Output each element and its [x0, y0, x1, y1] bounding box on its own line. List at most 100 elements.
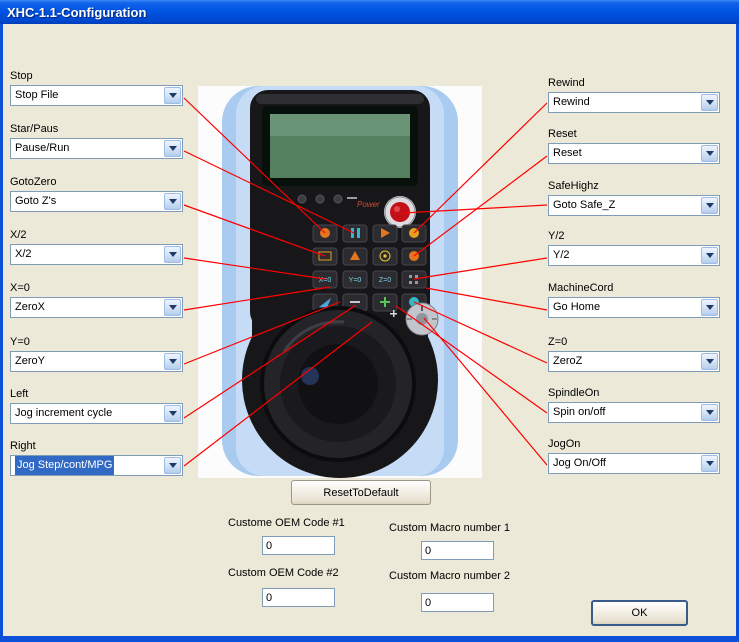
field-label-rewind: Rewind: [548, 77, 585, 89]
field-label-spindleon: SpindleOn: [548, 387, 600, 399]
combo-value: Goto Z's: [15, 195, 57, 207]
combo-gotozero[interactable]: Goto Z's: [10, 191, 183, 212]
field-label-left: Left: [10, 388, 29, 400]
oem-code-1-label: Custome OEM Code #1: [228, 517, 345, 529]
combo-z0[interactable]: ZeroZ: [548, 351, 720, 372]
stop-key-icon: [320, 228, 330, 238]
chevron-down-icon[interactable]: [164, 299, 181, 316]
combo-y2[interactable]: Y/2: [548, 245, 720, 266]
field-label-x0: X=0: [10, 282, 30, 294]
macro-number-1-label: Custom Macro number 1: [389, 522, 511, 534]
combo-rewind[interactable]: Rewind: [548, 92, 720, 113]
field-label-gotozero: GotoZero: [10, 176, 57, 188]
reset-to-default-button[interactable]: ResetToDefault: [291, 480, 431, 505]
x0-key-label: X=0: [319, 277, 332, 284]
field-machinecord: MachineCord Go Home: [548, 282, 720, 318]
chevron-down-icon[interactable]: [164, 140, 181, 157]
combo-value: ZeroY: [15, 355, 45, 367]
combo-x0[interactable]: ZeroX: [10, 297, 183, 318]
oem-code-1-input[interactable]: [262, 536, 335, 555]
field-y2: Y/2 Y/2: [548, 230, 720, 266]
chevron-down-icon[interactable]: [164, 246, 181, 263]
titlebar[interactable]: XHC-1.1-Configuration: [0, 0, 739, 24]
combo-value: X/2: [15, 248, 32, 260]
combo-value: Jog On/Off: [553, 457, 606, 469]
axis-dial: [405, 302, 439, 336]
field-label-jogon: JogOn: [548, 438, 581, 450]
field-jogon: JogOn Jog On/Off: [548, 438, 720, 474]
chevron-down-icon[interactable]: [164, 193, 181, 210]
chevron-down-icon[interactable]: [701, 145, 718, 162]
combo-reset[interactable]: Reset: [548, 143, 720, 164]
chevron-down-icon[interactable]: [164, 457, 181, 474]
window-title: XHC-1.1-Configuration: [7, 4, 147, 20]
chevron-down-icon[interactable]: [701, 197, 718, 214]
field-star-paus: Star/Paus Pause/Run: [10, 123, 183, 159]
combo-left[interactable]: Jog increment cycle: [10, 403, 183, 424]
combo-right[interactable]: Jog Step/cont/MPG: [10, 455, 183, 476]
minus-key-icon: [350, 301, 360, 303]
chevron-down-icon[interactable]: [701, 94, 718, 111]
field-label-reset: Reset: [548, 128, 577, 140]
field-label-machinecord: MachineCord: [548, 282, 614, 294]
configuration-window: XHC-1.1-Configuration Stop Stop File Sta…: [0, 0, 739, 642]
field-safehighz: SafeHighz Goto Safe_Z: [548, 180, 720, 216]
pendant-photo: Power X=0 Y=0 Z=0: [198, 86, 482, 478]
field-label-y2: Y/2: [548, 230, 565, 242]
combo-machinecord[interactable]: Go Home: [548, 297, 720, 318]
combo-value-selected: Jog Step/cont/MPG: [15, 456, 115, 475]
chevron-down-icon[interactable]: [701, 299, 718, 316]
z0-key-label: Z=0: [379, 277, 391, 284]
combo-value: Jog increment cycle: [15, 407, 113, 419]
field-label-stop: Stop: [10, 70, 33, 82]
chevron-down-icon[interactable]: [701, 404, 718, 421]
field-x0: X=0 ZeroX: [10, 282, 183, 318]
rewind-key-icon: [409, 228, 419, 238]
chevron-down-icon[interactable]: [164, 87, 181, 104]
combo-value: Goto Safe_Z: [553, 199, 616, 211]
combo-spindleon[interactable]: Spin on/off: [548, 402, 720, 423]
jog-wheel: [260, 306, 416, 462]
combo-value: Reset: [553, 147, 582, 159]
chevron-down-icon[interactable]: [701, 353, 718, 370]
home-key-icon: [409, 251, 419, 261]
lcd-screen: [262, 106, 418, 186]
combo-value: ZeroX: [15, 301, 45, 313]
combo-y0[interactable]: ZeroY: [10, 351, 183, 372]
chevron-down-icon[interactable]: [701, 247, 718, 264]
pendant-photo-svg: Power X=0 Y=0 Z=0: [198, 86, 482, 478]
combo-star-paus[interactable]: Pause/Run: [10, 138, 183, 159]
jog-wheel-dimple: [301, 367, 319, 385]
combo-x2[interactable]: X/2: [10, 244, 183, 265]
field-label-safehighz: SafeHighz: [548, 180, 599, 192]
chevron-down-icon[interactable]: [164, 405, 181, 422]
combo-value: Stop File: [15, 89, 59, 101]
chevron-down-icon[interactable]: [701, 455, 718, 472]
combo-value: Rewind: [553, 96, 590, 108]
oem-code-2-input[interactable]: [262, 588, 335, 607]
combo-stop[interactable]: Stop File: [10, 85, 183, 106]
emergency-stop-button: [384, 196, 416, 228]
macro-number-2-label: Custom Macro number 2: [389, 570, 511, 582]
ok-button[interactable]: OK: [591, 600, 688, 626]
combo-safehighz[interactable]: Goto Safe_Z: [548, 195, 720, 216]
field-label-y0: Y=0: [10, 336, 30, 348]
macro-number-2-input[interactable]: [421, 593, 494, 612]
field-reset: Reset Reset: [548, 128, 720, 164]
chevron-down-icon[interactable]: [164, 353, 181, 370]
field-gotozero: GotoZero Goto Z's: [10, 176, 183, 212]
y0-key-label: Y=0: [349, 277, 362, 284]
field-z0: Z=0 ZeroZ: [548, 336, 720, 372]
combo-value: Spin on/off: [553, 406, 606, 418]
combo-value: Go Home: [553, 301, 601, 313]
field-label-star-paus: Star/Paus: [10, 123, 59, 135]
oem-code-2-label: Custom OEM Code #2: [228, 567, 339, 579]
field-label-z0: Z=0: [548, 336, 568, 348]
field-left: Left Jog increment cycle: [10, 388, 183, 424]
macro-number-1-input[interactable]: [421, 541, 494, 560]
combo-jogon[interactable]: Jog On/Off: [548, 453, 720, 474]
combo-value: ZeroZ: [553, 355, 583, 367]
power-label: Power: [357, 200, 380, 209]
combo-value: Y/2: [553, 249, 570, 261]
field-x2: X/2 X/2: [10, 229, 183, 265]
